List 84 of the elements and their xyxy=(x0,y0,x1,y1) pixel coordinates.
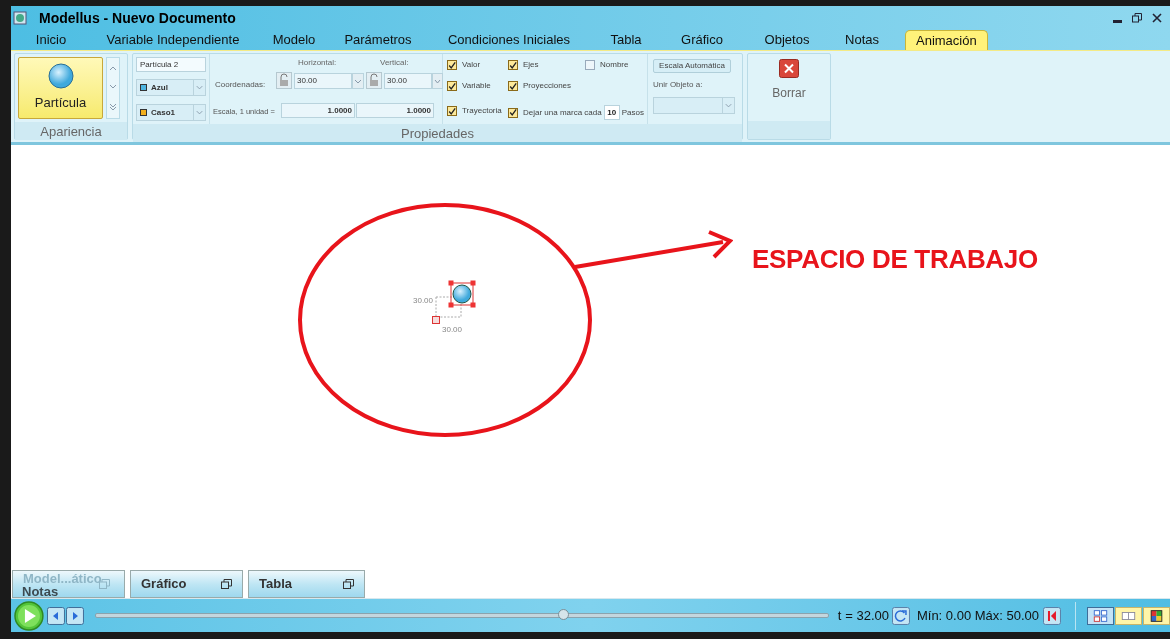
checkbox[interactable] xyxy=(508,107,518,118)
time-range-label: Mín: 0.00 Máx: 50.00 xyxy=(916,606,1040,625)
ribbon-tab[interactable]: Inicio xyxy=(11,30,91,50)
checkbox-label: Dejar una marca cada xyxy=(523,106,602,119)
docked-tab-label: Tabla xyxy=(259,575,292,594)
docked-tab[interactable]: Tabla xyxy=(248,570,365,598)
expand-icon[interactable] xyxy=(109,103,117,112)
checkbox[interactable] xyxy=(447,81,457,91)
checkbox[interactable] xyxy=(585,60,595,70)
ribbon-tab[interactable]: Animación xyxy=(905,30,988,50)
restore-icon[interactable] xyxy=(221,579,232,589)
vertical-field[interactable]: 30.00 xyxy=(384,73,432,89)
checkbox[interactable] xyxy=(447,106,457,116)
app-icon[interactable] xyxy=(13,11,27,25)
circle-icon xyxy=(47,63,74,90)
docked-tab[interactable]: Gráfico xyxy=(130,570,243,598)
particle-button[interactable]: Partícula xyxy=(18,57,103,119)
coordinate-label: 30.00 xyxy=(413,295,434,307)
step-back-button[interactable] xyxy=(46,606,65,625)
ribbon-tab[interactable]: Variable Independiente xyxy=(91,30,255,50)
delete-button[interactable]: Borrar xyxy=(772,59,806,102)
docked-tab-label: Gráfico xyxy=(141,575,187,594)
docked-tab-label: Model...ático xyxy=(23,572,102,585)
layout-icon[interactable] xyxy=(1087,606,1115,625)
coordinate-label: 30.00 xyxy=(442,324,463,336)
play-button[interactable] xyxy=(14,600,44,631)
lock-icon[interactable] xyxy=(276,72,292,89)
ribbon-tab[interactable]: Tabla xyxy=(595,30,657,50)
scale-field[interactable]: 1.0000 xyxy=(356,103,434,118)
checkbox-label: Trayectoria xyxy=(462,105,502,117)
scroll-up-icon[interactable] xyxy=(109,64,117,71)
attach-label: Unir Objeto a: xyxy=(653,79,704,91)
scroll-down-icon[interactable] xyxy=(109,84,117,90)
vertical-label: Vertical: xyxy=(380,57,409,69)
steps-label: Pasos xyxy=(621,106,644,119)
dropdown-value: Azul xyxy=(151,81,168,94)
step-forward-button[interactable] xyxy=(65,606,84,625)
group-label: Apariencia xyxy=(15,122,127,140)
horizontal-field[interactable]: 30.00 xyxy=(294,73,352,89)
dropdown-arrow-icon xyxy=(193,80,205,95)
name-field[interactable]: Partícula 2 xyxy=(136,57,206,72)
origin-handle[interactable] xyxy=(432,316,440,324)
restore-icon[interactable] xyxy=(343,579,354,589)
close-icon[interactable] xyxy=(1152,13,1162,23)
ribbon-tab[interactable]: Gráfico xyxy=(657,30,747,50)
checkbox-label: Valor xyxy=(462,59,481,71)
horizontal-label: Horizontal: xyxy=(298,57,337,69)
checkbox[interactable] xyxy=(447,60,457,70)
dropdown-arrow-icon xyxy=(193,105,205,120)
coordinates-label: Coordenadas: xyxy=(215,79,266,91)
steps-field[interactable]: 10 xyxy=(603,105,620,120)
ribbon-tab[interactable]: Parámetros xyxy=(333,30,423,50)
checkbox-label: Ejes xyxy=(523,59,539,71)
slider-thumb[interactable] xyxy=(558,609,570,620)
docked-tab[interactable]: Model...ático Notas xyxy=(12,570,125,598)
time-value: = 32.00 xyxy=(845,606,889,625)
dropdown[interactable]: Azul xyxy=(136,79,206,96)
checkbox[interactable] xyxy=(508,81,518,91)
checkbox-label: Variable xyxy=(462,80,491,92)
grid-icon[interactable] xyxy=(1143,606,1170,625)
ribbon-tab[interactable]: Objetos xyxy=(747,30,827,50)
checkbox-label: Proyecciones xyxy=(523,80,572,92)
notes-tab-label[interactable]: Notas xyxy=(22,585,59,598)
scale-field[interactable]: 1.0000 xyxy=(281,103,355,118)
close-icon xyxy=(779,59,799,78)
refresh-button[interactable] xyxy=(892,606,910,625)
annotation-label: ESPACIO DE TRABAJO xyxy=(752,243,1038,276)
reset-button[interactable] xyxy=(1043,606,1062,625)
checkbox[interactable] xyxy=(508,60,518,70)
ribbon-tab[interactable]: Notas xyxy=(827,30,897,50)
dropdown-arrow-icon xyxy=(722,98,734,113)
dropdown-value: Caso1 xyxy=(151,106,175,119)
dropdown[interactable]: Caso1 xyxy=(136,104,206,121)
ribbon-tab[interactable]: Condiciones Iniciales xyxy=(423,30,595,50)
lock-icon[interactable] xyxy=(366,72,382,89)
auto-scale-button[interactable]: Escala Automática xyxy=(653,59,731,73)
maximize-icon[interactable] xyxy=(1132,13,1142,23)
time-variable-label: t xyxy=(837,606,842,625)
projection-lines xyxy=(435,296,462,321)
ribbon-tab[interactable]: Modelo xyxy=(255,30,333,50)
group-label: Propiedades xyxy=(133,124,742,142)
checkbox-label: Nombre xyxy=(600,59,629,71)
particle[interactable] xyxy=(448,280,476,308)
window-title: Modellus - Nuevo Documento xyxy=(39,8,236,28)
